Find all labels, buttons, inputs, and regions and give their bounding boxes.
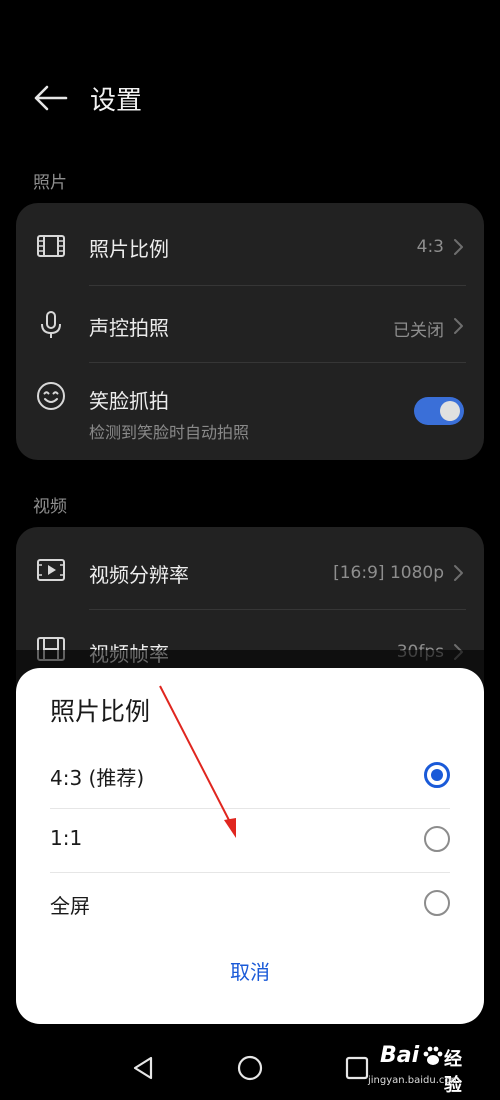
setting-value: 已关闭 bbox=[393, 321, 444, 341]
radio-button[interactable] bbox=[424, 890, 450, 916]
film-frame-icon bbox=[37, 235, 65, 257]
page-title: 设置 bbox=[90, 86, 143, 116]
watermark-brand-cn: 经验 bbox=[444, 1049, 462, 1096]
nav-back-icon[interactable] bbox=[131, 1055, 157, 1081]
radio-button-selected[interactable] bbox=[424, 762, 450, 788]
nav-home-icon[interactable] bbox=[237, 1055, 263, 1081]
radio-button[interactable] bbox=[424, 826, 450, 852]
camera-settings-screen: 设置 照片 照片比例 4:3 声控拍照 已关闭 笑脸抓拍 检测到笑脸时自动拍照 … bbox=[0, 0, 500, 1100]
nav-recents-icon[interactable] bbox=[344, 1055, 370, 1081]
option-label: 1:1 bbox=[50, 826, 83, 850]
paw-logo-icon bbox=[423, 1046, 443, 1065]
setting-value: 4:3 bbox=[416, 237, 444, 257]
watermark-brand: Bai bbox=[380, 1043, 420, 1068]
system-nav-bar: Bai 经验 jingyan.baidu.com bbox=[0, 1035, 500, 1100]
option-1-1[interactable]: 1:1 bbox=[16, 808, 484, 872]
setting-value: [16:9] 1080p bbox=[333, 563, 444, 583]
baidu-jingyan-watermark: Bai 经验 jingyan.baidu.com bbox=[368, 1041, 476, 1096]
chevron-right-icon bbox=[454, 318, 463, 334]
option-label: 全屏 bbox=[50, 894, 90, 918]
chevron-right-icon bbox=[454, 239, 463, 255]
setting-video-resolution[interactable]: 视频分辨率 [16:9] 1080p bbox=[16, 527, 484, 610]
section-label-video: 视频 bbox=[33, 497, 67, 517]
toggle-knob bbox=[440, 401, 460, 421]
cancel-button[interactable]: 取消 bbox=[16, 956, 484, 985]
top-bar: 设置 bbox=[0, 60, 500, 140]
back-arrow-icon[interactable] bbox=[32, 84, 68, 112]
photo-settings-card: 照片比例 4:3 声控拍照 已关闭 笑脸抓拍 检测到笑脸时自动拍照 bbox=[16, 203, 484, 460]
photo-ratio-dialog: 照片比例 4:3 (推荐) 1:1 全屏 取消 bbox=[16, 668, 484, 1024]
section-label-photo: 照片 bbox=[33, 173, 67, 193]
setting-label: 声控拍照 bbox=[89, 316, 169, 340]
option-label: 4:3 (推荐) bbox=[50, 766, 145, 790]
smiley-face-icon bbox=[37, 382, 65, 410]
setting-smile-capture: 笑脸抓拍 检测到笑脸时自动拍照 bbox=[16, 363, 484, 460]
setting-label: 照片比例 bbox=[89, 237, 169, 261]
setting-label: 视频分辨率 bbox=[89, 563, 189, 587]
setting-photo-ratio[interactable]: 照片比例 4:3 bbox=[16, 203, 484, 286]
smile-capture-toggle[interactable] bbox=[414, 397, 464, 425]
option-fullscreen[interactable]: 全屏 bbox=[16, 872, 484, 936]
video-play-icon bbox=[37, 559, 65, 581]
dialog-title: 照片比例 bbox=[50, 697, 151, 726]
setting-subtitle: 检测到笑脸时自动拍照 bbox=[89, 423, 250, 442]
setting-label: 笑脸抓拍 bbox=[89, 389, 169, 413]
microphone-icon bbox=[41, 311, 61, 338]
setting-voice-shutter[interactable]: 声控拍照 已关闭 bbox=[16, 286, 484, 363]
option-4-3[interactable]: 4:3 (推荐) bbox=[16, 744, 484, 808]
watermark-url: jingyan.baidu.com bbox=[368, 1075, 461, 1086]
chevron-right-icon bbox=[454, 565, 463, 581]
